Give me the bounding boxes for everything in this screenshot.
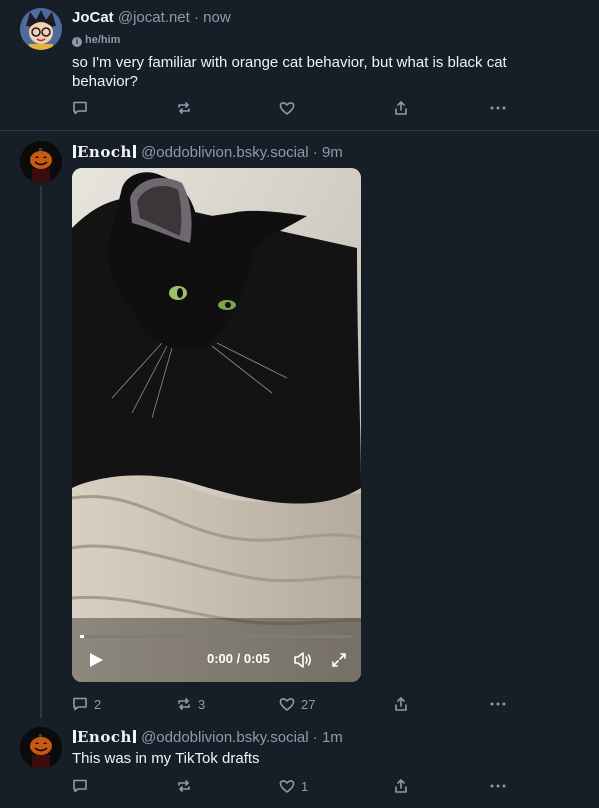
- post-text: This was in my TikTok drafts: [72, 750, 260, 767]
- like-button[interactable]: 1: [279, 776, 308, 796]
- author-handle[interactable]: @jocat.net: [118, 9, 190, 26]
- repost-icon: [178, 698, 190, 710]
- reply-button[interactable]: [72, 98, 94, 118]
- pronoun-label: i he/him: [72, 34, 120, 47]
- author-handle[interactable]: @oddoblivion.bsky.social: [141, 144, 309, 161]
- more-options-button[interactable]: [489, 776, 507, 796]
- heart-icon: [279, 102, 295, 115]
- reply-count: 2: [94, 696, 102, 712]
- play-icon: [90, 653, 103, 667]
- post-time[interactable]: · now: [194, 9, 231, 26]
- video-time: 0:00 / 0:05: [207, 651, 270, 666]
- share-button[interactable]: [393, 98, 409, 118]
- repost-button[interactable]: [176, 98, 198, 118]
- heart-icon: [279, 698, 295, 711]
- reply-icon: [73, 779, 87, 793]
- share-icon: [395, 779, 407, 793]
- like-count: 1: [301, 778, 309, 794]
- share-button[interactable]: [393, 694, 409, 714]
- post-time[interactable]: · 1m: [313, 729, 343, 746]
- share-button[interactable]: [393, 776, 409, 796]
- fullscreen-button[interactable]: [331, 652, 347, 673]
- post-actions: 1: [72, 776, 512, 796]
- more-icon: [490, 784, 506, 788]
- video-player[interactable]: 0:00 / 0:05: [72, 168, 361, 682]
- repost-icon: [178, 780, 190, 792]
- reply-button[interactable]: 2: [72, 694, 101, 714]
- pronoun-icon: i: [72, 37, 82, 47]
- reply-icon: [73, 697, 87, 711]
- post-header: Enoch @oddoblivion.bsky.social · 1m: [72, 728, 343, 746]
- volume-icon: [294, 652, 312, 668]
- author-name[interactable]: Enoch: [72, 728, 137, 746]
- share-icon: [395, 697, 407, 711]
- more-icon: [490, 702, 506, 706]
- post-actions: [72, 98, 512, 118]
- avatar[interactable]: [20, 727, 62, 769]
- repost-button[interactable]: [176, 776, 198, 796]
- mute-button[interactable]: [293, 652, 313, 673]
- reply-button[interactable]: [72, 776, 94, 796]
- author-name[interactable]: Enoch: [72, 143, 137, 161]
- repost-button[interactable]: 3: [176, 694, 205, 714]
- avatar-image: [20, 8, 62, 50]
- author-handle[interactable]: @oddoblivion.bsky.social: [141, 729, 309, 746]
- author-name[interactable]: JoCat: [72, 9, 114, 26]
- post-header: JoCat @jocat.net · now: [72, 9, 231, 26]
- heart-icon: [279, 780, 295, 793]
- reply-icon: [73, 101, 87, 115]
- pronoun-text: he/him: [85, 34, 121, 46]
- like-button[interactable]: [279, 98, 301, 118]
- pumpkin-icon: [20, 727, 62, 769]
- like-count: 27: [301, 696, 316, 712]
- more-icon: [490, 106, 506, 110]
- post-jocat[interactable]: JoCat @jocat.net · now i he/him so I'm ve…: [0, 0, 599, 130]
- post-enoch-reply[interactable]: Enoch @oddoblivion.bsky.social · 1m This…: [0, 722, 599, 808]
- avatar[interactable]: [20, 8, 62, 50]
- repost-count: 3: [198, 696, 206, 712]
- avatar[interactable]: [20, 141, 62, 183]
- like-button[interactable]: 27: [279, 694, 315, 714]
- fullscreen-icon: [332, 653, 346, 667]
- video-progress-bar[interactable]: [80, 635, 353, 638]
- post-text: so I'm very familiar with orange cat beh…: [72, 54, 507, 90]
- video-frame: [72, 168, 361, 682]
- more-options-button[interactable]: [489, 98, 507, 118]
- repost-icon: [178, 102, 190, 114]
- play-button[interactable]: [88, 652, 104, 673]
- pumpkin-icon: [20, 141, 62, 183]
- post-actions: 2 3 27: [72, 694, 512, 714]
- post-time[interactable]: · 9m: [313, 144, 343, 161]
- post-header: Enoch @oddoblivion.bsky.social · 9m: [72, 143, 343, 161]
- more-options-button[interactable]: [489, 694, 507, 714]
- share-icon: [395, 101, 407, 115]
